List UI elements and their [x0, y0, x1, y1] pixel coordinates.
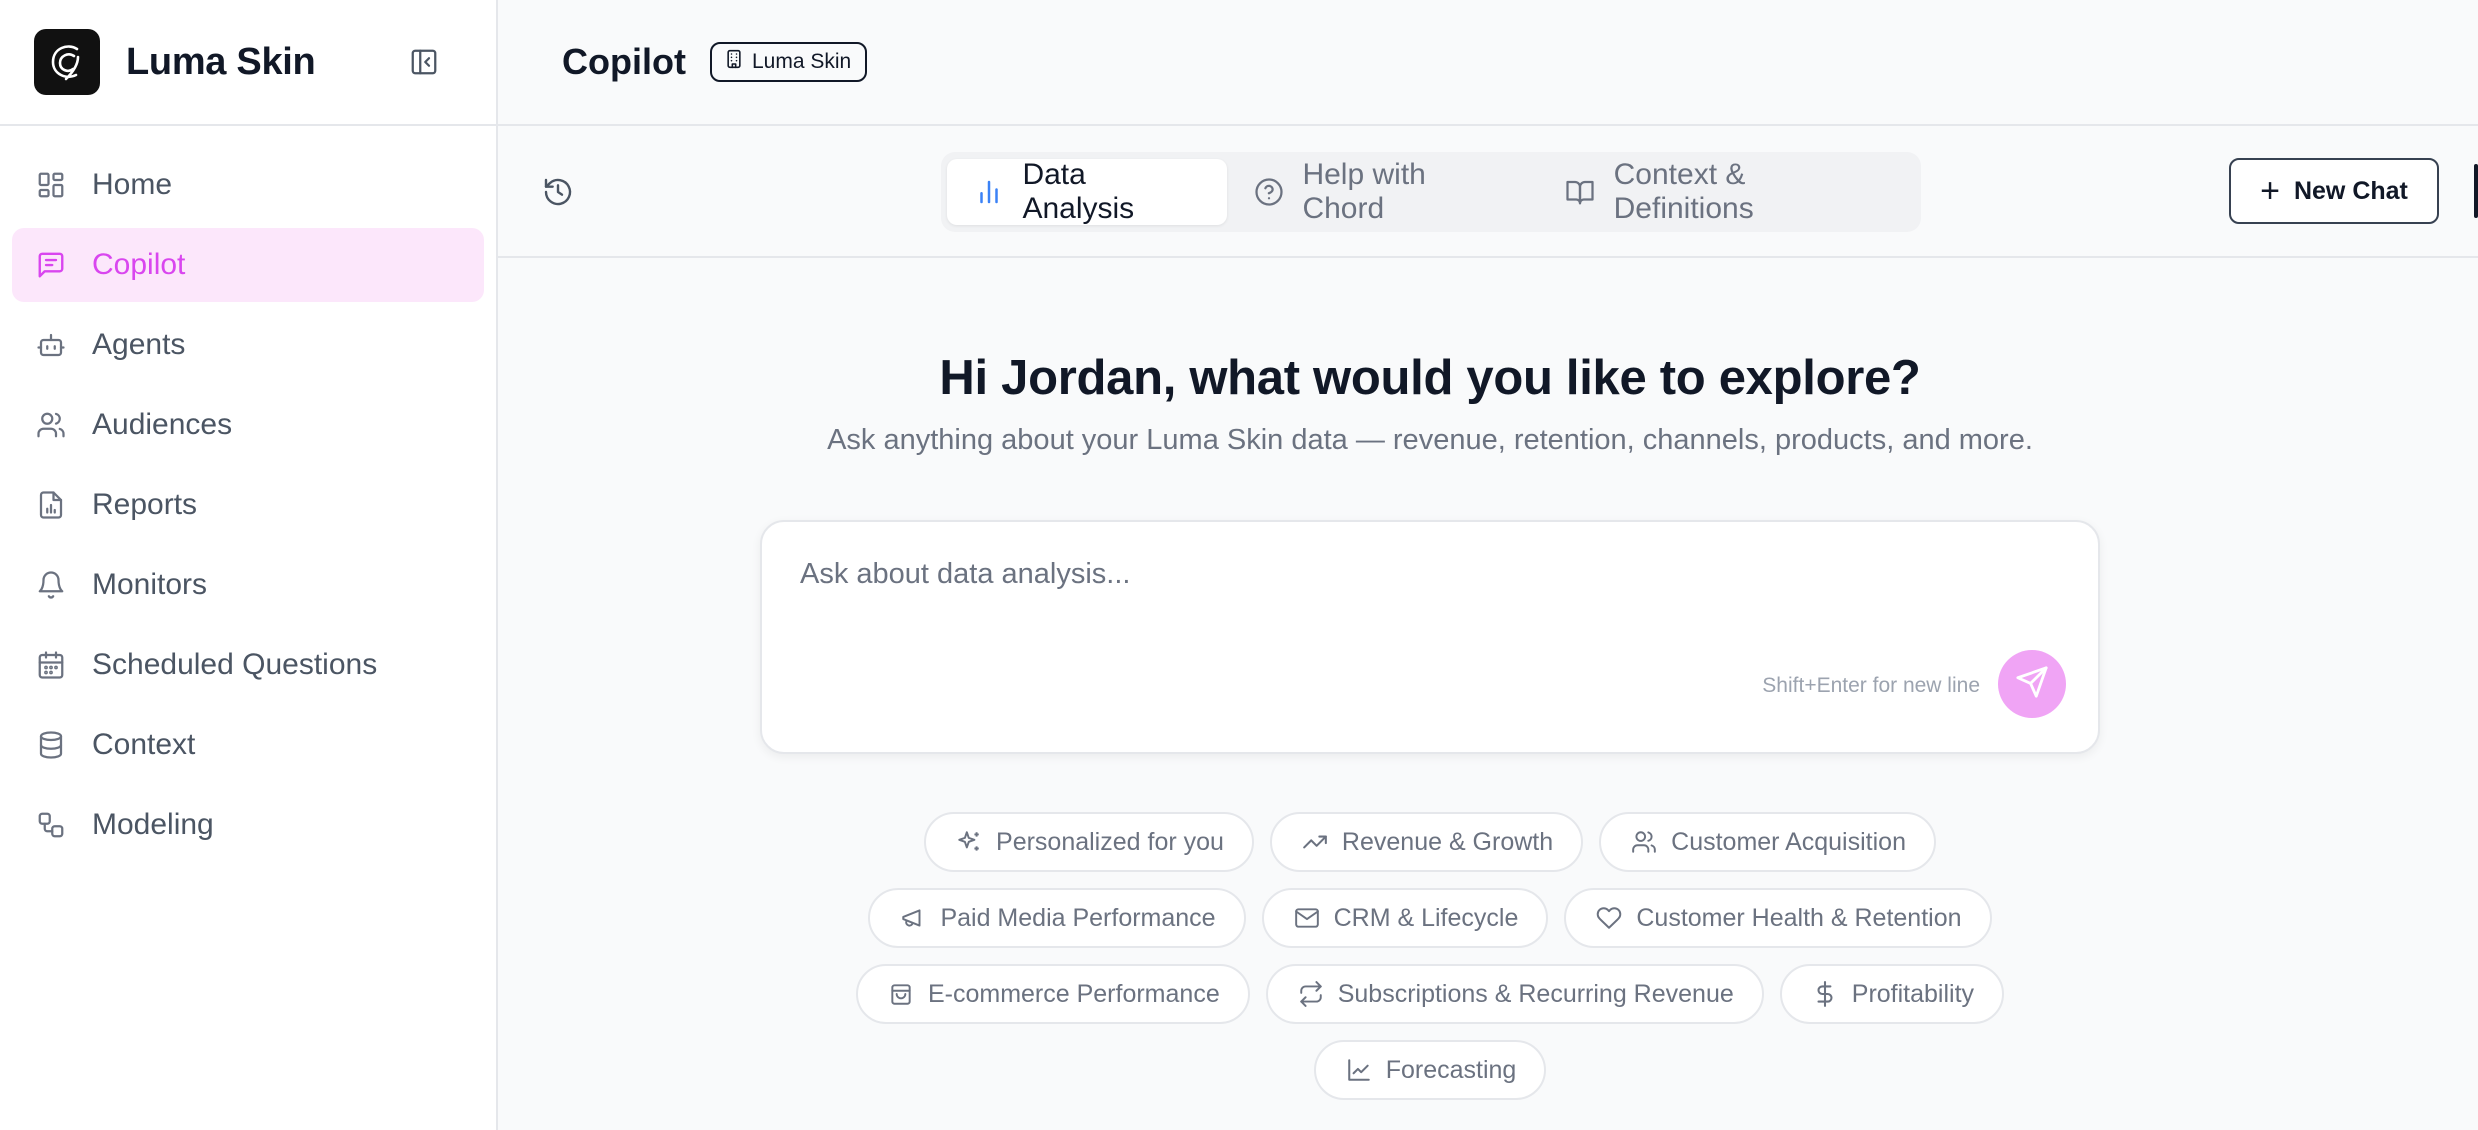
megaphone-icon [898, 903, 928, 933]
send-button[interactable] [1998, 650, 2066, 718]
help-circle-icon [1253, 176, 1284, 208]
book-open-icon [1564, 176, 1595, 208]
brand-header: Luma Skin [0, 0, 496, 126]
file-chart-icon [34, 488, 68, 522]
overflow-edge [2474, 164, 2478, 218]
suggestion-row: E-commerce Performance Subscriptions & R… [498, 964, 2362, 1024]
tab-help-with-chord[interactable]: Help with Chord [1227, 158, 1538, 225]
suggestion-row: Personalized for you Revenue & Growth Cu… [498, 812, 2362, 872]
chip-crm-lifecycle[interactable]: CRM & Lifecycle [1261, 888, 1549, 948]
shopping-bag-icon [886, 979, 916, 1009]
sidebar-item-label: Home [92, 168, 173, 201]
users-icon [1629, 827, 1659, 857]
suggestion-row: Paid Media Performance CRM & Lifecycle C… [498, 888, 2362, 948]
chip-personalized[interactable]: Personalized for you [924, 812, 1254, 872]
sidebar-item-label: Reports [92, 488, 198, 521]
chip-label: CRM & Lifecycle [1333, 903, 1519, 932]
chip-label: Customer Health & Retention [1636, 903, 1962, 932]
chip-label: Forecasting [1385, 1055, 1517, 1084]
sidebar-item-modeling[interactable]: Modeling [12, 788, 484, 862]
mode-tabs: Data Analysis Help with Chord Context & … [941, 152, 1921, 232]
sidebar-item-home[interactable]: Home [12, 148, 484, 222]
chip-label: Revenue & Growth [1341, 827, 1554, 856]
chat-composer: Shift+Enter for new line [760, 520, 2100, 754]
sidebar-item-label: Context [92, 728, 196, 761]
main-area: Copilot Luma Skin Data Analysis Help wit… [498, 0, 2478, 1130]
workspace-badge-label: Luma Skin [751, 50, 852, 73]
input-hint: Shift+Enter for new line [1762, 674, 1980, 697]
chip-subscriptions[interactable]: Subscriptions & Recurring Revenue [1265, 964, 1764, 1024]
chip-profitability[interactable]: Profitability [1779, 964, 2005, 1024]
page-header: Copilot Luma Skin [498, 0, 2478, 126]
chip-customer-acquisition[interactable]: Customer Acquisition [1599, 812, 1936, 872]
chat-input[interactable] [800, 558, 2000, 658]
building-icon [724, 49, 744, 75]
chip-label: E-commerce Performance [927, 979, 1220, 1008]
sidebar-item-label: Agents [92, 328, 186, 361]
sidebar-item-agents[interactable]: Agents [12, 308, 484, 382]
mail-icon [1292, 903, 1322, 933]
collapse-sidebar-icon[interactable] [404, 42, 444, 82]
bot-icon [34, 328, 68, 362]
chip-label: Profitability [1851, 979, 1975, 1008]
sidebar-item-context[interactable]: Context [12, 708, 484, 782]
calendar-icon [34, 648, 68, 682]
sidebar: Luma Skin Home Copilot Agents Audiences … [0, 0, 498, 1130]
tab-context-definitions[interactable]: Context & Definitions [1538, 158, 1915, 225]
dashboard-icon [34, 168, 68, 202]
chip-label: Subscriptions & Recurring Revenue [1337, 979, 1734, 1008]
sidebar-item-label: Audiences [92, 408, 233, 441]
chip-label: Personalized for you [996, 827, 1224, 856]
new-chat-button[interactable]: + New Chat [2229, 158, 2439, 224]
chip-ecommerce[interactable]: E-commerce Performance [855, 964, 1250, 1024]
chip-paid-media[interactable]: Paid Media Performance [868, 888, 1246, 948]
sidebar-nav: Home Copilot Agents Audiences Reports Mo… [0, 126, 496, 862]
trending-up-icon [1300, 827, 1330, 857]
tab-label: Data Analysis [1022, 158, 1135, 225]
sidebar-item-reports[interactable]: Reports [12, 468, 484, 542]
sidebar-item-label: Modeling [92, 808, 214, 841]
brand-name: Luma Skin [126, 40, 316, 83]
plus-icon: + [2260, 172, 2280, 210]
sidebar-item-scheduled-questions[interactable]: Scheduled Questions [12, 628, 484, 702]
chat-toolbar: Data Analysis Help with Chord Context & … [498, 128, 2478, 258]
heart-icon [1594, 903, 1624, 933]
brand-logo[interactable] [34, 29, 100, 95]
sidebar-item-copilot[interactable]: Copilot [12, 228, 484, 302]
sidebar-item-label: Monitors [92, 568, 208, 601]
bell-icon [34, 568, 68, 602]
message-square-icon [34, 248, 68, 282]
greeting-subtitle: Ask anything about your Luma Skin data —… [827, 424, 2033, 456]
tab-data-analysis[interactable]: Data Analysis [947, 158, 1228, 225]
line-chart-icon [1344, 1055, 1374, 1085]
tab-label: Context & Definitions [1613, 158, 1754, 225]
dollar-icon [1810, 979, 1840, 1009]
send-icon [2015, 665, 2049, 704]
sparkles-icon [954, 827, 984, 857]
page-title: Copilot [562, 41, 686, 82]
chat-empty-state: Hi Jordan, what would you like to explor… [498, 258, 2478, 1130]
sidebar-item-label: Copilot [92, 248, 186, 281]
chip-customer-health[interactable]: Customer Health & Retention [1564, 888, 1992, 948]
suggestion-row: Forecasting [498, 1040, 2362, 1100]
repeat-icon [1296, 979, 1326, 1009]
new-chat-label: New Chat [2293, 176, 2408, 205]
chip-label: Paid Media Performance [940, 903, 1216, 932]
chip-forecasting[interactable]: Forecasting [1313, 1040, 1547, 1100]
chip-revenue-growth[interactable]: Revenue & Growth [1269, 812, 1584, 872]
database-icon [34, 728, 68, 762]
greeting-heading: Hi Jordan, what would you like to explor… [939, 351, 1921, 405]
workspace-badge: Luma Skin [709, 42, 868, 82]
workflow-icon [34, 808, 68, 842]
history-icon[interactable] [538, 172, 578, 212]
users-icon [34, 408, 68, 442]
bar-chart-icon [973, 176, 1004, 208]
chip-label: Customer Acquisition [1671, 827, 1906, 856]
sidebar-item-monitors[interactable]: Monitors [12, 548, 484, 622]
tab-label: Help with Chord [1302, 158, 1426, 225]
sidebar-item-label: Scheduled Questions [92, 648, 378, 681]
sidebar-item-audiences[interactable]: Audiences [12, 388, 484, 462]
